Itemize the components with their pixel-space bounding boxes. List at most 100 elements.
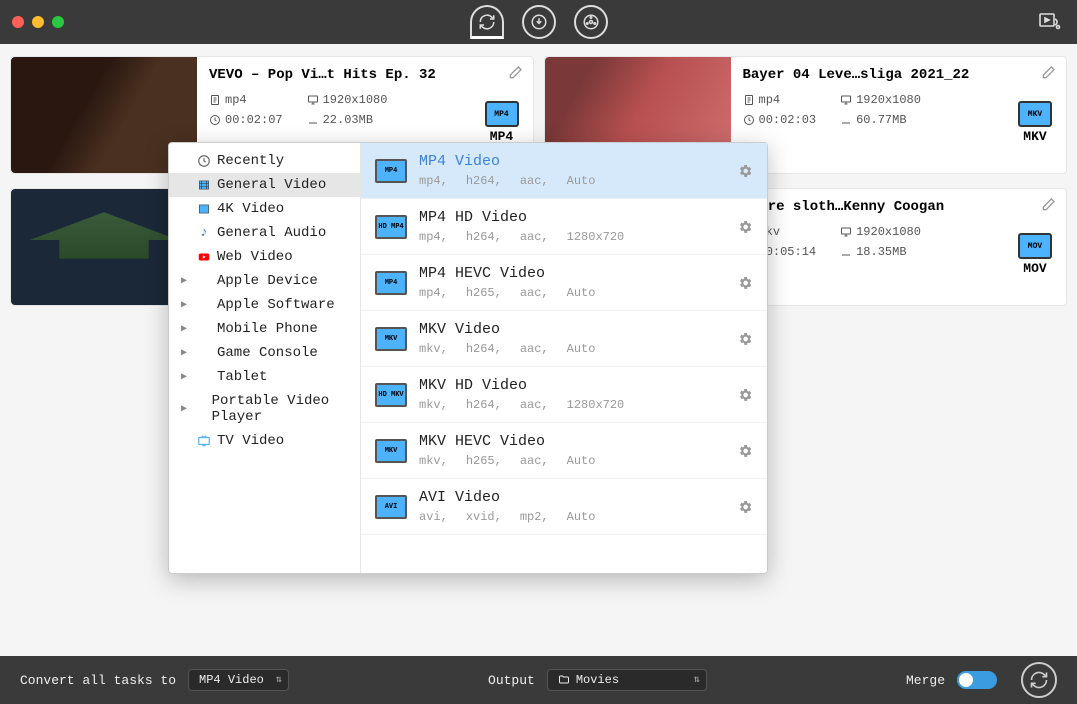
edit-icon[interactable] (1040, 197, 1056, 213)
format-settings-icon[interactable] (737, 387, 753, 403)
video-format: mp4 (743, 93, 817, 107)
format-icon: AVI (375, 495, 407, 519)
category-general-video[interactable]: General Video (169, 173, 360, 197)
convert-all-label: Convert all tasks to (20, 673, 176, 688)
video-size: 60.77MB (840, 113, 921, 127)
format-list[interactable]: MP4 MP4 Video mp4,h264,aac,Auto HD MP4 M… (361, 143, 767, 573)
film-icon (197, 178, 211, 192)
titlebar (0, 0, 1077, 44)
maximize-window-button[interactable] (52, 16, 64, 28)
video-resolution: 1920x1080 (840, 225, 921, 239)
category-label: Tablet (217, 369, 267, 385)
footer-bar: Convert all tasks to MP4 Video Output Mo… (0, 656, 1077, 704)
format-category-sidebar: Recently General Video 4K Video ♪ General Au… (169, 143, 361, 573)
media-mode-tab[interactable] (574, 5, 608, 39)
format-detail: mkv,h265,aac,Auto (419, 454, 725, 468)
output-format-badge[interactable]: MKV MKV (1018, 101, 1052, 144)
category-label: 4K Video (217, 201, 284, 217)
note-icon: ♪ (197, 226, 211, 240)
format-settings-icon[interactable] (737, 443, 753, 459)
video-resolution: 1920x1080 (307, 93, 388, 107)
output-format-badge[interactable]: MOV MOV (1018, 233, 1052, 276)
folder-icon (558, 674, 570, 686)
output-folder-select[interactable]: Movies (547, 669, 707, 691)
category-label: Apple Software (217, 297, 335, 313)
start-convert-button[interactable] (1021, 662, 1057, 698)
format-option[interactable]: MKV MKV Video mkv,h264,aac,Auto (361, 311, 767, 367)
format-settings-icon[interactable] (737, 163, 753, 179)
format-settings-icon[interactable] (737, 275, 753, 291)
format-settings-icon[interactable] (737, 331, 753, 347)
video-duration: 00:02:03 (743, 113, 817, 127)
category-4k-video[interactable]: 4K Video (169, 197, 360, 221)
format-option[interactable]: AVI AVI Video avi,xvid,mp2,Auto (361, 479, 767, 535)
arrow-icon (197, 322, 211, 336)
format-detail: mp4,h265,aac,Auto (419, 286, 725, 300)
convert-all-format-select[interactable]: MP4 Video (188, 669, 289, 691)
format-name: MP4 HD Video (419, 209, 725, 226)
format-name: MP4 HEVC Video (419, 265, 725, 282)
minimize-window-button[interactable] (32, 16, 44, 28)
category-label: Apple Device (217, 273, 318, 289)
format-name: MKV HD Video (419, 377, 725, 394)
convert-mode-tab[interactable] (470, 5, 504, 39)
window-controls (12, 16, 64, 28)
format-name: MP4 Video (419, 153, 725, 170)
tv-icon (197, 434, 211, 448)
category-tv-video[interactable]: TV Video (169, 429, 360, 453)
download-mode-tab[interactable] (522, 5, 556, 39)
format-picker-popup: Recently General Video 4K Video ♪ General Au… (168, 142, 768, 574)
format-settings-icon[interactable] (737, 499, 753, 515)
edit-icon[interactable] (507, 65, 523, 81)
category-label: Portable Video Player (212, 393, 348, 425)
format-option[interactable]: HD MP4 MP4 HD Video mp4,h264,aac,1280x72… (361, 199, 767, 255)
category-recently[interactable]: Recently (169, 149, 360, 173)
video-format: mp4 (209, 93, 283, 107)
category-portable-video-player[interactable]: ▶Portable Video Player (169, 389, 360, 429)
video-title: y are sloth…Kenny Coogan (743, 199, 1055, 215)
format-name: MKV HEVC Video (419, 433, 725, 450)
mode-tabs (470, 5, 608, 39)
format-icon: MP4 (375, 159, 407, 183)
category-apple-software[interactable]: ▶Apple Software (169, 293, 360, 317)
format-settings-icon[interactable] (737, 219, 753, 235)
category-general-audio[interactable]: ♪ General Audio (169, 221, 360, 245)
output-format-badge[interactable]: MP4 MP4 (485, 101, 519, 144)
arrow-icon (197, 346, 211, 360)
category-label: Recently (217, 153, 284, 169)
merge-label: Merge (906, 673, 945, 688)
format-option[interactable]: HD MKV MKV HD Video mkv,h264,aac,1280x72… (361, 367, 767, 423)
video-duration: 00:02:07 (209, 113, 283, 127)
category-game-console[interactable]: ▶Game Console (169, 341, 360, 365)
edit-icon[interactable] (1040, 65, 1056, 81)
close-window-button[interactable] (12, 16, 24, 28)
format-option[interactable]: MKV MKV HEVC Video mkv,h265,aac,Auto (361, 423, 767, 479)
category-apple-device[interactable]: ▶Apple Device (169, 269, 360, 293)
format-detail: mp4,h264,aac,1280x720 (419, 230, 725, 244)
format-icon: MKV (375, 327, 407, 351)
category-label: Game Console (217, 345, 318, 361)
category-mobile-phone[interactable]: ▶Mobile Phone (169, 317, 360, 341)
merge-toggle[interactable] (957, 671, 997, 689)
format-option[interactable]: MP4 MP4 Video mp4,h264,aac,Auto (361, 143, 767, 199)
library-icon[interactable] (1037, 10, 1061, 34)
video-size: 22.03MB (307, 113, 388, 127)
video-size: 18.35MB (840, 245, 921, 259)
video-title: Bayer 04 Leve…sliga 2021_22 (743, 67, 1055, 83)
format-icon: MP4 (375, 271, 407, 295)
format-detail: mp4,h264,aac,Auto (419, 174, 725, 188)
format-option[interactable]: MP4 MP4 HEVC Video mp4,h265,aac,Auto (361, 255, 767, 311)
category-label: Web Video (217, 249, 293, 265)
format-detail: mkv,h264,aac,1280x720 (419, 398, 725, 412)
category-label: General Audio (217, 225, 326, 241)
category-tablet[interactable]: ▶Tablet (169, 365, 360, 389)
format-icon: HD MP4 (375, 215, 407, 239)
format-name: AVI Video (419, 489, 725, 506)
category-label: General Video (217, 177, 326, 193)
video-title: VEVO – Pop Vi…t Hits Ep. 32 (209, 67, 521, 83)
arrow-icon (197, 274, 211, 288)
category-web-video[interactable]: Web Video (169, 245, 360, 269)
arrow-icon (195, 402, 206, 416)
category-label: Mobile Phone (217, 321, 318, 337)
format-icon: HD MKV (375, 383, 407, 407)
